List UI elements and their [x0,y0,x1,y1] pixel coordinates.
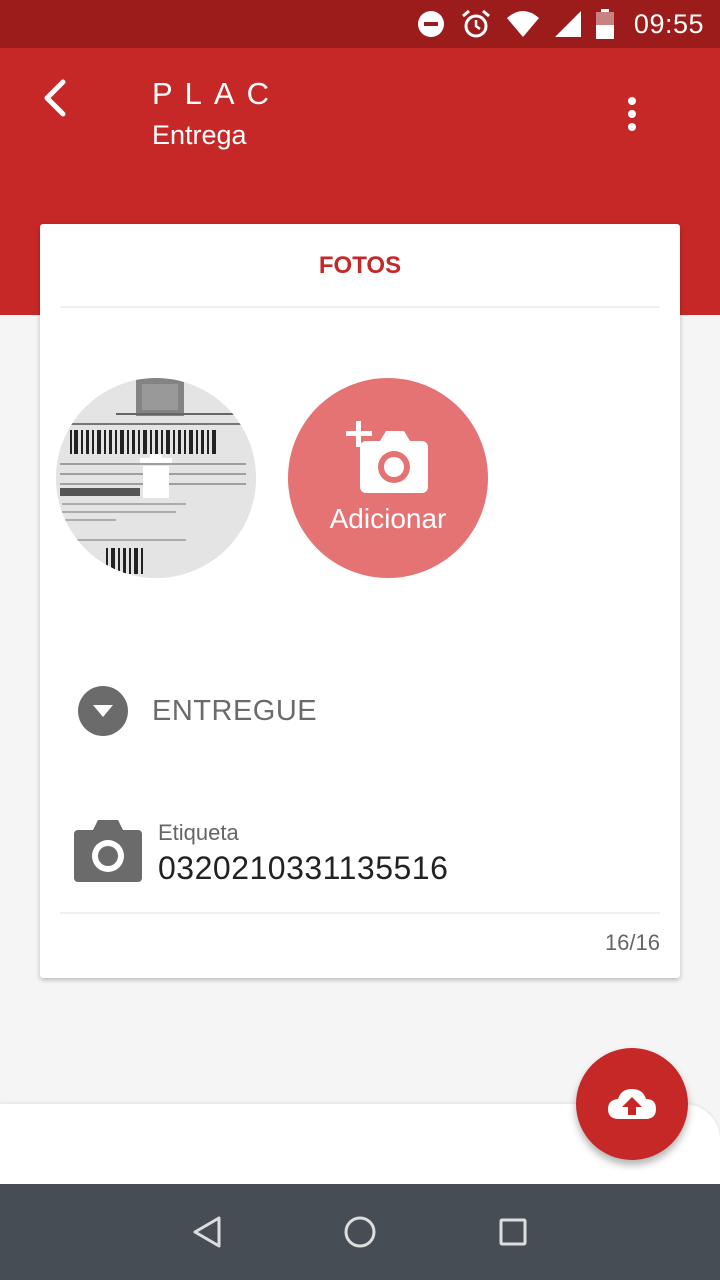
battery-icon [595,9,614,39]
upload-fab[interactable] [576,1048,688,1160]
shipping-label-photo [56,378,256,578]
back-button[interactable] [28,72,80,124]
back-arrow-icon [44,79,66,117]
trash-icon[interactable] [140,454,172,498]
overflow-menu-button[interactable] [604,88,660,140]
add-photo-label: Adicionar [329,503,447,534]
add-photo-button[interactable]: Adicionar [288,378,488,578]
add-camera-icon [346,421,428,493]
home-circle-icon [344,1216,376,1248]
chevron-down-icon [93,705,113,717]
more-vert-icon [628,97,636,105]
alarm-icon [461,9,490,38]
tracking-label-text: Etiqueta 0320210331135516 [158,820,448,887]
photos-card: FOTOS Adicionar ENTREGUE Etiqueta 032021… [40,224,680,978]
wifi-icon [506,11,539,37]
app-title: PLAC [152,76,281,111]
card-title: FOTOS [318,252,402,279]
recents-square-icon [499,1218,527,1246]
tracking-label-row[interactable]: Etiqueta 0320210331135516 [74,820,448,887]
nav-recents-button[interactable] [483,1202,543,1262]
do-not-disturb-icon [417,11,444,37]
more-vert-dot [628,123,636,131]
signal-icon [554,11,581,37]
status-bar: 09:55 [0,0,720,48]
more-vert-dot [628,110,636,118]
cloud-upload-icon [608,1089,656,1119]
card-divider-top [60,306,660,308]
camera-icon [74,820,142,882]
delivery-status-dropdown[interactable]: ENTREGUE [78,686,317,736]
nav-home-button[interactable] [330,1202,390,1262]
status-icons: 09:55 [416,0,704,48]
dropdown-circle [78,686,128,736]
tracking-number: 0320210331135516 [158,850,449,886]
back-triangle-icon [193,1216,221,1248]
delivery-status-value: ENTREGUE [152,694,318,727]
photo-thumbnail[interactable] [56,378,256,578]
card-divider-bottom [60,912,660,914]
tracking-label-caption: Etiqueta [158,820,239,845]
status-time: 09:55 [633,8,704,39]
nav-back-button[interactable] [177,1202,237,1262]
app-subtitle: Entrega [152,120,247,150]
photo-counter: 16/16 [604,930,660,955]
system-nav-bar [0,1184,720,1280]
